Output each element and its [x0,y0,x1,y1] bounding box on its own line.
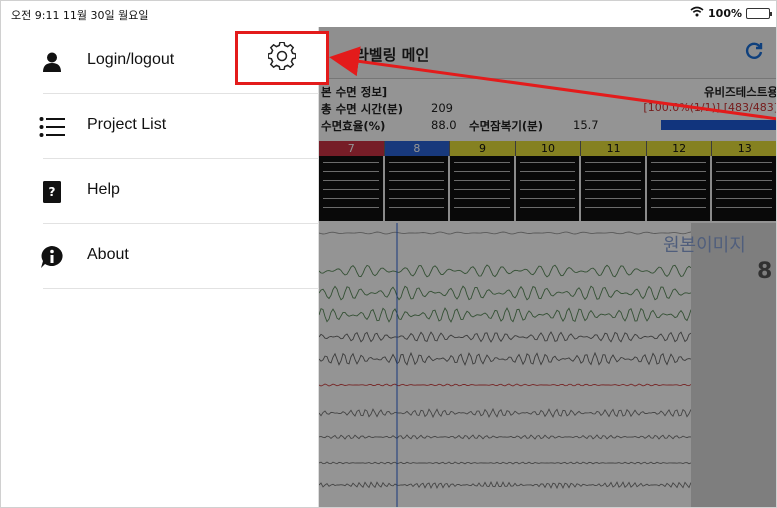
settings-button[interactable] [235,31,329,85]
wifi-icon [690,6,704,20]
epoch-tab[interactable]: 12 [646,141,713,156]
side-text: 원본이미지 [663,235,746,256]
menu-item-about[interactable]: About [1,224,319,289]
waveform-trace [319,434,692,440]
menu-label-login: Login/logout [87,51,175,68]
info-title: 본 수면 정보] [321,85,388,99]
status-time-date: 오전 9:11 11월 30일 월요일 [11,9,149,22]
epoch-row: 7 8 9 10 11 12 13 [319,141,776,156]
waveform-trace [319,285,692,301]
menu-label-help: Help [87,181,120,198]
side-number: 8 [757,259,773,284]
main-navbar: 라벨링 메인 [319,27,776,79]
epoch-tab[interactable]: 7 [319,141,385,156]
latency-value: 15.7 [573,118,599,132]
waveform-trace [319,231,692,235]
info-icon [39,244,65,270]
main-title: 라벨링 메인 [355,46,430,64]
epoch-thumbnail[interactable] [319,156,385,221]
status-right: 100% [690,6,772,20]
battery-percent: 100% [708,6,742,20]
epoch-tab[interactable]: 8 [384,141,451,156]
menu-label-project-list: Project List [87,116,167,133]
refresh-icon[interactable] [744,41,764,66]
epoch-thumbnail[interactable] [712,156,776,221]
epoch-thumbnail[interactable] [581,156,647,221]
waveform-trace [319,331,692,343]
sleep-info: 본 수면 정보] 총 수면 시간(분) 209 수면효율(%) 88.0 수면잠… [319,80,777,140]
epoch-thumbnails [319,156,776,221]
waveform-trace [319,383,692,387]
help-book-icon: ? [39,179,65,205]
progress-text: [100.0%(1/1)] [483/483] [643,101,777,114]
epoch-tab[interactable]: 9 [450,141,516,156]
side-panel: 원본이미지 8 [663,223,776,507]
waveform-trace [319,461,692,465]
divider [43,288,319,289]
svg-text:?: ? [49,185,56,199]
epoch-tab[interactable]: 11 [581,141,647,156]
efficiency-value: 88.0 [431,118,457,132]
epoch-thumbnail[interactable] [515,156,582,221]
list-icon [39,114,65,140]
battery-icon [746,7,772,19]
epoch-thumbnail[interactable] [646,156,713,221]
epoch-tab[interactable]: 10 [515,141,582,156]
latency-label: 수면잠복기(분) [469,119,543,133]
waveform-trace [319,307,692,323]
menu-item-help[interactable]: ? Help [1,159,319,224]
project-name: 유비즈테스트용 [703,85,777,99]
total-sleep-value: 209 [431,101,453,115]
epoch-tab[interactable]: 13 [712,141,776,156]
app-window: 오전 9:11 11월 30일 월요일 100% 라벨링 메인 본 수면 정보]… [0,0,777,508]
person-icon [39,49,65,75]
total-sleep-label: 총 수면 시간(분) [321,102,403,116]
waveform-trace [319,480,692,490]
menu-item-project-list[interactable]: Project List [1,94,319,159]
epoch-thumbnail[interactable] [450,156,516,221]
waveform-trace [319,351,692,366]
epoch-thumbnail[interactable] [384,156,451,221]
efficiency-label: 수면효율(%) [321,119,386,133]
menu-label-about: About [87,246,129,263]
labeling-main-view: 라벨링 메인 본 수면 정보] 총 수면 시간(분) 209 수면효율(%) 8… [319,27,777,507]
waveform-trace [319,407,692,419]
gear-icon [267,41,297,74]
progress-bar [661,120,776,130]
waveform-trace [319,264,692,278]
status-bar: 오전 9:11 11월 30일 월요일 100% [1,1,776,27]
side-drawer: Login/logout Project List ? Help About [1,27,329,507]
